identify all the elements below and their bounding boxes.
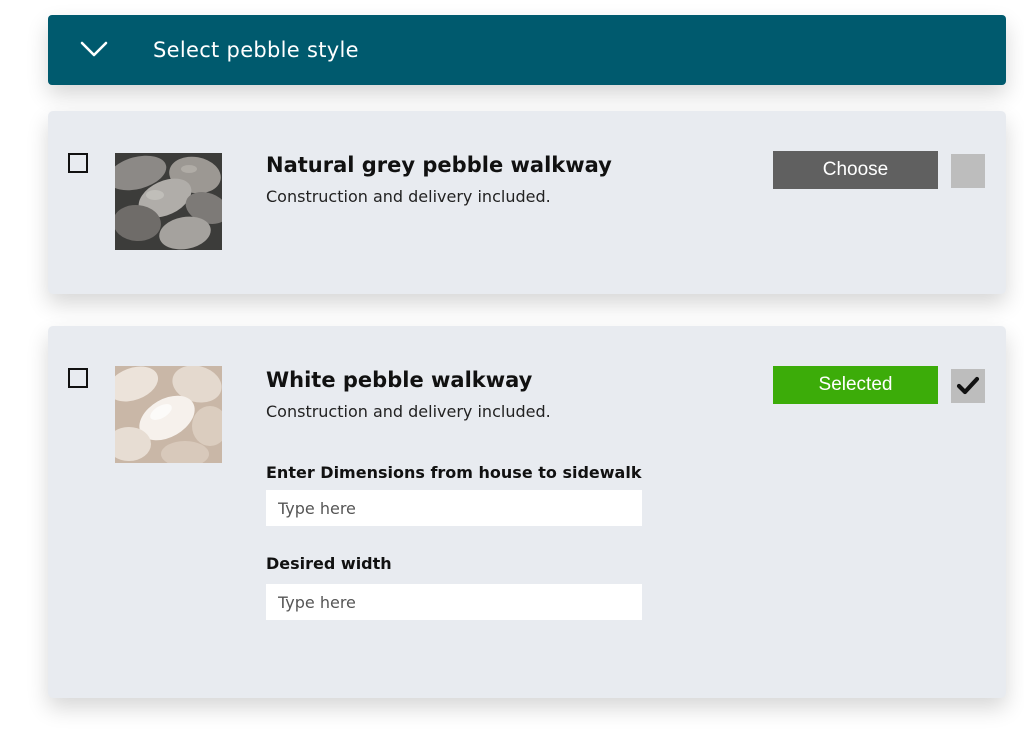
grey-pebbles-image [115, 153, 222, 250]
checkmark-icon [956, 376, 980, 395]
chevron-down-icon[interactable] [80, 41, 108, 57]
choose-button[interactable]: Choose [773, 151, 938, 189]
option-card-white: White pebble walkway Construction and de… [48, 326, 1006, 698]
white-pebbles-image [115, 366, 222, 463]
option-title: Natural grey pebble walkway [266, 153, 612, 177]
option-checkbox[interactable] [68, 153, 88, 173]
selection-indicator[interactable] [951, 154, 985, 188]
selection-indicator[interactable] [951, 369, 985, 403]
option-checkbox[interactable] [68, 368, 88, 388]
dimensions-input[interactable] [266, 490, 642, 526]
option-description: Construction and delivery included. [266, 402, 551, 421]
width-label: Desired width [266, 554, 392, 573]
accordion-header[interactable]: Select pebble style [48, 15, 1006, 85]
option-card-grey: Natural grey pebble walkway Construction… [48, 111, 1006, 294]
accordion-title: Select pebble style [153, 38, 359, 62]
selected-button[interactable]: Selected [773, 366, 938, 404]
width-input[interactable] [266, 584, 642, 620]
dimensions-label: Enter Dimensions from house to sidewalk [266, 463, 642, 482]
option-title: White pebble walkway [266, 368, 533, 392]
option-description: Construction and delivery included. [266, 187, 551, 206]
